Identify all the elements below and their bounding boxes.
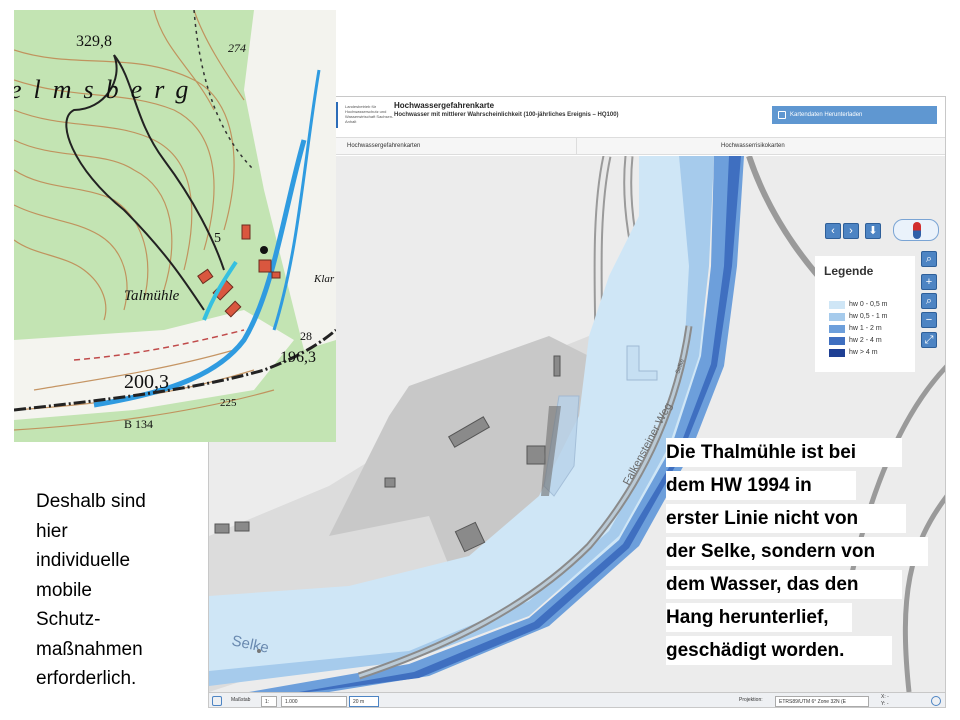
legend-label: hw 1 - 2 m [849, 325, 882, 332]
download-map-data-button[interactable]: Kartendaten Herunterladen [772, 106, 937, 124]
plus-icon: + [925, 276, 933, 288]
scalebar: 20 m [349, 696, 379, 707]
legend-item: hw 0 - 0,5 m [829, 300, 915, 310]
topo-label-contour-5: 5 [214, 231, 221, 246]
download-button-label: Kartendaten Herunterladen [790, 112, 863, 118]
legend-swatch [829, 349, 845, 357]
person-icon: ⬇ [868, 225, 878, 237]
left-text-line: maßnahmen [36, 638, 143, 660]
topo-label-number-28: 28 [300, 329, 312, 343]
legend-item: hw > 4 m [829, 348, 915, 358]
building [553, 355, 561, 377]
next-extent-button[interactable]: › [843, 223, 859, 239]
compass-icon [913, 222, 921, 239]
zoom-box-button[interactable]: ⌕ [921, 293, 937, 309]
previous-extent-button[interactable]: ‹ [825, 223, 841, 239]
zoom-box-icon: ⌕ [925, 295, 933, 307]
projection-select[interactable]: ETRS89/UTM 6° Zone 32N (E [775, 696, 869, 707]
topo-label-hill-name: elmsberg [14, 75, 200, 104]
left-text-line: mobile [36, 579, 92, 601]
download-icon [778, 111, 786, 119]
tab-label: Hochwassergefahrenkarten [347, 143, 421, 149]
tab-hochwasserrisikokarten[interactable]: Hochwasserrisikokarten [577, 138, 945, 155]
person-locate-button[interactable]: ⬇ [865, 223, 881, 239]
agency-logo-text: Landesbetrieb für Hochwasserschutz und W… [345, 104, 394, 124]
topo-label-height-3: 200,3 [124, 371, 169, 393]
fullscreen-icon: ⤢ [924, 334, 934, 346]
left-text-line: Deshalb sind [36, 491, 146, 512]
legend-label: hw 0,5 - 1 m [849, 313, 888, 320]
callout-line: dem Wasser, das den [666, 574, 859, 595]
callout-text: Die Thalmühle ist bei dem HW 1994 in erste… [666, 436, 956, 665]
legend-item: hw 1 - 2 m [829, 324, 915, 334]
chevron-left-icon: ‹ [831, 225, 835, 237]
zoom-out-button[interactable]: − [921, 312, 937, 328]
topo-label-height-4: 196,3 [280, 349, 316, 366]
scale-label: Maßstab [231, 697, 251, 703]
left-explanation-text: Deshalb sind hier individuelle mobile Schutz… [36, 487, 186, 694]
topo-label-place: Talmühle [124, 288, 180, 304]
topographic-map-graphic: 329,8 274 elmsberg 5 Talmühle 200,3 196,… [14, 10, 336, 442]
viewer-title: Hochwassergefahrenkarte [394, 101, 495, 110]
tab-label: Hochwasserrisikokarten [721, 143, 785, 149]
scale-select[interactable]: 1.000 [281, 696, 347, 707]
legend-item: hw 0,5 - 1 m [829, 312, 915, 322]
topographic-map-inset: 329,8 274 elmsberg 5 Talmühle 200,3 196,… [14, 10, 336, 442]
legend-label: hw 0 - 0,5 m [849, 301, 888, 308]
zoom-search-button[interactable]: ⌕ [921, 251, 937, 267]
callout-line: geschädigt worden. [666, 640, 845, 661]
topo-label-road: B 134 [124, 417, 153, 431]
left-text-line: individuelle [36, 550, 131, 571]
building [214, 523, 230, 534]
topo-label-height-2: 274 [228, 41, 246, 55]
fullscreen-button[interactable]: ⤢ [921, 332, 937, 348]
minus-icon: − [925, 314, 933, 326]
callout-line: Hang herunterlief, [666, 607, 829, 628]
callout-line: dem HW 1994 in [666, 475, 812, 496]
compass-north-button[interactable] [893, 219, 939, 241]
magnifier-icon: ⌕ [925, 253, 933, 265]
legend-swatch [829, 313, 845, 321]
map-legend: Legende hw 0 - 0,5 m hw 0,5 - 1 m hw 1 - 2… [815, 256, 915, 372]
map-statusbar: Maßstab 1: 1.000 20 m Projektion: ETRS89… [209, 692, 945, 707]
left-text-line: hier [36, 520, 68, 542]
legend-swatch [829, 337, 845, 345]
coord-x: X: - [881, 694, 889, 700]
left-text-line: erforderlich. [36, 668, 137, 689]
zoom-in-button[interactable]: + [921, 274, 937, 290]
legend-item: hw 2 - 4 m [829, 336, 915, 346]
scale-prefix: 1: [261, 696, 277, 707]
legend-label: hw 2 - 4 m [849, 337, 882, 344]
topo-label-height-5: 225 [220, 397, 237, 409]
building [384, 477, 396, 488]
building [234, 521, 250, 532]
building [526, 445, 546, 465]
left-text-line: Schutz- [36, 609, 101, 630]
viewer-subtitle: Hochwasser mit mittlerer Wahrscheinlichk… [394, 112, 619, 118]
settings-icon[interactable] [931, 696, 941, 706]
topo-label-height-1: 329,8 [76, 33, 112, 50]
layers-icon[interactable] [212, 696, 222, 706]
topo-label-edge: Klar [313, 273, 335, 285]
callout-line: der Selke, sondern von [666, 541, 876, 562]
callout-line: erster Linie nicht von [666, 508, 859, 529]
projection-label: Projektion: [739, 697, 763, 703]
legend-label: hw > 4 m [849, 349, 878, 356]
coord-y: Y: - [881, 701, 889, 707]
legend-title: Legende [824, 264, 874, 278]
legend-swatch [829, 301, 845, 309]
callout-line: Die Thalmühle ist bei [666, 442, 857, 463]
chevron-right-icon: › [849, 225, 853, 237]
legend-swatch [829, 325, 845, 333]
